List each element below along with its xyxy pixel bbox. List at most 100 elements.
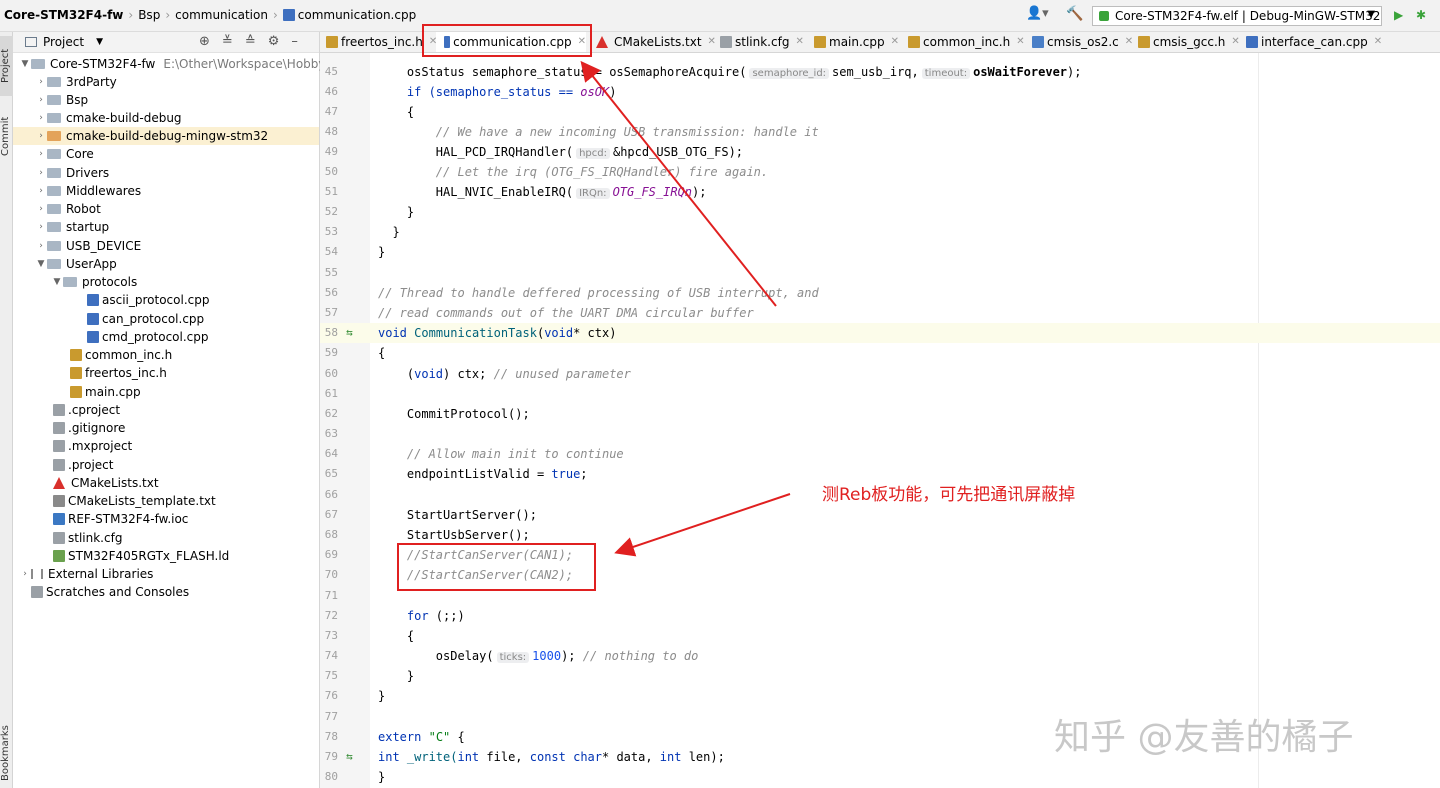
debug-bug-icon[interactable]: ✱ [1416,8,1426,22]
tree-item-flash-ld[interactable]: STM32F405RGTx_FLASH.ld [53,547,229,565]
tree-item-bsp[interactable]: › Bsp [35,91,88,109]
code-text: } [378,245,386,259]
tree-item-cmakelists-template[interactable]: CMakeLists_template.txt [53,492,216,510]
code-comment: // We have a new incoming USB transmissi… [378,125,819,139]
tree-item-middlewares[interactable]: › Middlewares [35,182,141,200]
tab-main-cpp[interactable]: main.cpp ✕ [814,32,899,52]
project-view-select[interactable]: Project ▼ [25,35,103,49]
tree-item-userapp[interactable]: ▼ UserApp [35,255,117,273]
tree-item-label: Middlewares [66,184,142,198]
line-number: 77 [324,710,338,723]
tab-cmsis-gcc[interactable]: cmsis_gcc.h ✕ [1138,32,1240,52]
user-icon[interactable]: 👤▾ [1026,6,1049,21]
collapse-all-icon[interactable]: ≙ [245,34,256,49]
library-icon [31,569,43,579]
tree-item-cmd-protocol[interactable]: cmd_protocol.cpp [87,328,209,346]
code-token: osStatus semaphore_status = osSemaphoreA… [378,65,747,79]
navigate-declaration-icon[interactable]: ⇆ [346,323,353,343]
tree-item-drivers[interactable]: › Drivers [35,164,109,182]
tree-item-label: can_protocol.cpp [102,312,205,326]
run-icon[interactable]: ▶ [1394,8,1403,22]
chevron-right-icon: › [39,149,43,159]
code-editor[interactable]: 45 osStatus semaphore_status = osSemapho… [320,53,1440,788]
run-configuration-select[interactable]: Core-STM32F4-fw.elf | Debug-MinGW-STM32 … [1092,6,1382,26]
file-icon [53,404,65,416]
cpp-file-icon [70,386,82,398]
navigate-declaration-icon[interactable]: ⇆ [346,747,353,767]
breadcrumb-folder-bsp[interactable]: Bsp [138,8,160,22]
tree-item-main-cpp[interactable]: main.cpp [70,383,141,401]
tree-item-label: UserApp [66,257,117,271]
tree-item-label: cmake-build-debug [66,111,182,125]
tree-item-project[interactable]: .project [53,456,113,474]
code-text: HAL_NVIC_EnableIRQ(IRQn: OTG_FS_IRQn); [378,182,707,204]
tab-common-inc[interactable]: common_inc.h ✕ [908,32,1025,52]
chevron-right-icon: › [23,569,27,579]
close-icon[interactable]: ✕ [1231,32,1239,52]
tree-item-cmake-build-debug[interactable]: › cmake-build-debug [35,109,182,127]
code-line: 72 for (;;) [320,606,1440,626]
tree-item-ascii-protocol[interactable]: ascii_protocol.cpp [87,291,209,309]
close-icon[interactable]: ✕ [795,32,803,52]
tab-cmsis-os2[interactable]: cmsis_os2.c ✕ [1032,32,1133,52]
folder-icon [47,95,61,105]
folder-icon [47,77,61,87]
tree-item-robot[interactable]: › Robot [35,200,101,218]
file-icon [53,422,65,434]
code-token: const char [529,750,602,764]
build-hammer-icon[interactable]: 🔨 [1066,6,1083,22]
breadcrumb-project[interactable]: Core-STM32F4-fw [4,8,123,22]
code-line: 74 osDelay(ticks: 1000); // nothing to do [320,646,1440,666]
tree-item-stlink-cfg[interactable]: stlink.cfg [53,529,122,547]
gear-icon[interactable]: ⚙ [268,34,280,49]
tree-item-freertos-inc[interactable]: freertos_inc.h [70,364,167,382]
tree-item-cproject[interactable]: .cproject [53,401,120,419]
breadcrumb-folder-communication[interactable]: communication [175,8,268,22]
tree-item-protocols[interactable]: ▼ protocols [51,273,138,291]
expand-all-icon[interactable]: ≚ [222,34,233,49]
code-line: 49 HAL_PCD_IRQHandler(hpcd: &hpcd_USB_OTG… [320,142,1440,162]
tree-root[interactable]: ▼ Core-STM32F4-fw E:\Other\Workspace\Hob… [19,55,338,73]
tree-item-core[interactable]: › Core [35,145,94,163]
locate-file-icon[interactable]: ⊕ [199,34,210,49]
tree-item-common-inc[interactable]: common_inc.h [70,346,172,364]
tree-item-can-protocol[interactable]: can_protocol.cpp [87,310,204,328]
code-text: StartUsbServer(); [378,528,530,542]
close-icon[interactable]: ✕ [1374,32,1382,52]
code-line: 54} [320,242,1440,262]
tree-item-3rdparty[interactable]: › 3rdParty [35,73,117,91]
tab-interface-can[interactable]: interface_can.cpp ✕ [1246,32,1382,52]
tab-stlink-cfg[interactable]: stlink.cfg ✕ [720,32,804,52]
tree-item-scratches[interactable]: Scratches and Consoles [31,583,189,601]
code-token: ; [580,467,588,481]
linker-file-icon [53,550,65,562]
close-icon[interactable]: ✕ [708,32,716,52]
chevron-down-icon: ▼ [53,277,61,287]
code-token: ); [1067,65,1082,79]
line-number: 78 [324,730,338,743]
tree-item-gitignore[interactable]: .gitignore [53,419,125,437]
tree-item-cmake-build-debug-mingw[interactable]: › cmake-build-debug-mingw-stm32 [13,127,319,145]
tab-cmakelists[interactable]: CMakeLists.txt ✕ [596,32,716,52]
tab-freertos-inc[interactable]: freertos_inc.h ✕ [326,32,437,52]
tree-item-usb-device[interactable]: › USB_DEVICE [35,237,141,255]
commit-tool-button[interactable]: Commit [0,106,13,166]
breadcrumb-separator: › [165,8,171,22]
close-icon[interactable]: ✕ [891,32,899,52]
code-token: file, [479,750,530,764]
code-text: for (;;) [378,606,465,626]
close-icon[interactable]: ✕ [1125,32,1133,52]
breadcrumb-file[interactable]: communication.cpp [298,8,416,22]
bookmarks-tool-button[interactable]: Bookmarks [0,722,13,784]
tree-item-cmakelists[interactable]: CMakeLists.txt [53,474,159,492]
close-icon[interactable]: ✕ [1016,32,1024,52]
hide-icon[interactable]: – [291,34,298,49]
tree-item-startup[interactable]: › startup [35,218,109,236]
line-number: 54 [324,245,338,258]
tree-item-mxproject[interactable]: .mxproject [53,437,132,455]
tree-item-ioc[interactable]: REF-STM32F4-fw.ioc [53,510,188,528]
project-tool-button[interactable]: Project [0,36,13,96]
folder-icon [47,241,61,251]
tree-item-label: .project [68,458,114,472]
tree-item-external-libraries[interactable]: › External Libraries [19,565,153,583]
